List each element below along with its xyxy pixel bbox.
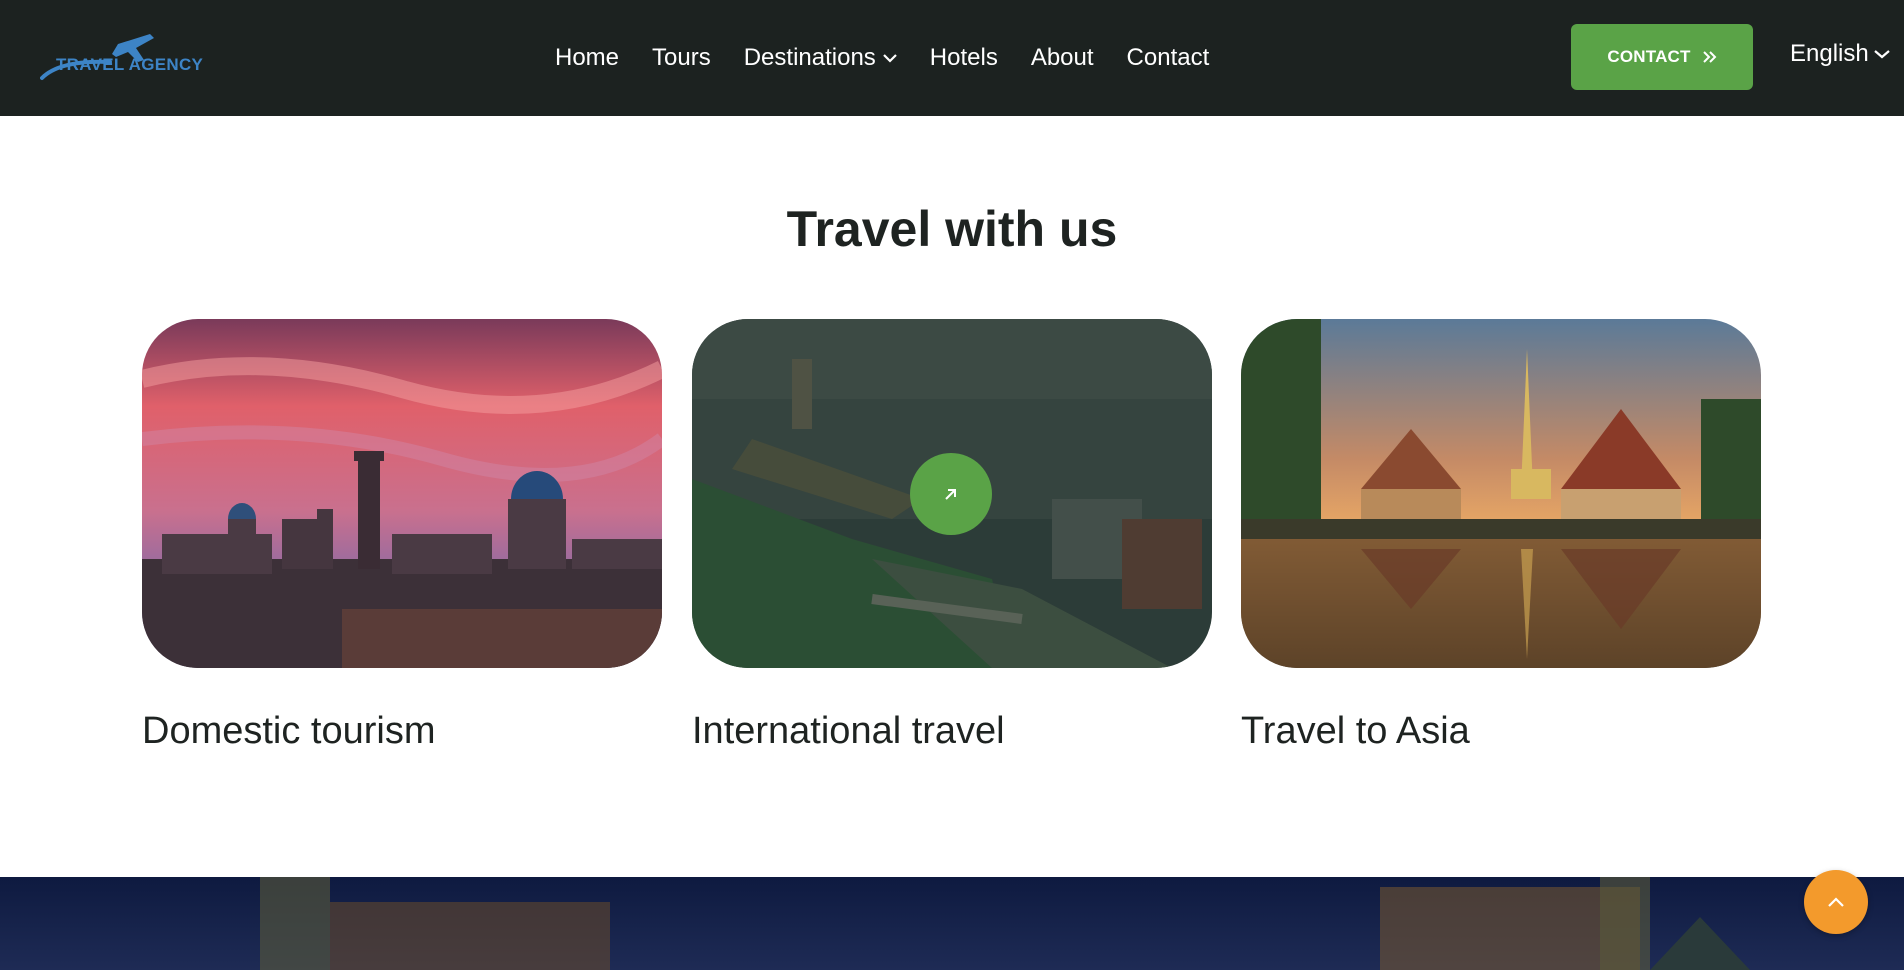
card-title-asia[interactable]: Travel to Asia [1241, 710, 1470, 753]
nav-tours-label: Tours [652, 44, 711, 71]
card-image-domestic[interactable] [142, 319, 662, 668]
thai-temple-image [1241, 319, 1761, 668]
card-travel-to-asia[interactable]: Travel to Asia [1241, 319, 1761, 752]
nav-home[interactable]: Home [555, 44, 619, 72]
nav-about[interactable]: About [1031, 44, 1094, 72]
main-nav: Home Tours Destinations Hotels About Con… [555, 0, 1242, 116]
night-architecture-image [0, 877, 1904, 970]
nav-hotels[interactable]: Hotels [930, 44, 998, 72]
nav-hotels-label: Hotels [929, 44, 998, 71]
contact-button-label: CONTACT [1607, 47, 1691, 66]
card-domestic-tourism[interactable]: Domestic tourism [142, 319, 662, 752]
travel-agency-logo[interactable]: TRAVEL AGENCY [40, 30, 203, 82]
section-title: Travel with us [786, 201, 1118, 257]
language-label: English [1790, 40, 1869, 67]
nav-contact-label: Contact [1126, 44, 1210, 71]
chevron-up-icon [1828, 897, 1844, 907]
chevron-down-icon [1874, 49, 1890, 59]
nav-about-label: About [1030, 44, 1094, 71]
chevron-down-icon [883, 53, 897, 63]
card-image-asia[interactable] [1241, 319, 1761, 668]
card-title-international[interactable]: International travel [692, 710, 1005, 753]
nav-home-label: Home [555, 44, 620, 71]
arrow-up-right-icon [945, 489, 956, 500]
nav-tours[interactable]: Tours [652, 44, 711, 72]
site-header: TRAVEL AGENCY Home Tours Destinations Ho… [0, 0, 1904, 116]
nav-destinations[interactable]: Destinations [744, 44, 897, 72]
card-title-domestic[interactable]: Domestic tourism [142, 710, 436, 753]
scroll-to-top-button[interactable] [1804, 870, 1868, 934]
card-link-button[interactable] [910, 453, 992, 535]
logo-text: TRAVEL AGENCY [56, 55, 204, 74]
language-selector[interactable]: English [1790, 40, 1890, 68]
nav-contact[interactable]: Contact [1127, 44, 1210, 72]
nav-destinations-label: Destinations [743, 44, 876, 71]
card-image-international[interactable] [692, 319, 1212, 668]
bukhara-skyline-image [142, 319, 662, 668]
contact-button[interactable]: CONTACT [1571, 24, 1753, 90]
next-section-banner [0, 877, 1904, 970]
double-chevron-right-icon [1702, 51, 1717, 63]
card-international-travel[interactable]: International travel [692, 319, 1212, 752]
